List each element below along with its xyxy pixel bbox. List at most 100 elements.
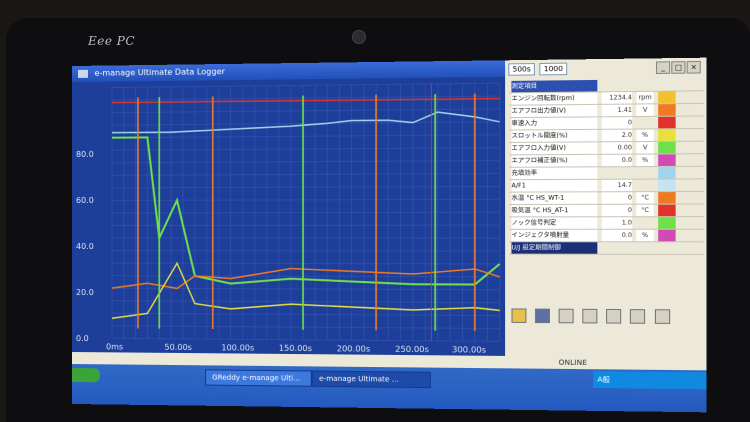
channel-unit: %: [636, 154, 654, 167]
taskbar: GReddy e-manage Ulti... e-manage Ultimat…: [72, 364, 707, 413]
channel-value: 14.7: [601, 179, 633, 192]
channel-value: 0: [601, 192, 633, 204]
channel-row[interactable]: ノック信号判定 1.0: [509, 217, 705, 230]
channel-color-swatch[interactable]: [658, 204, 676, 217]
grid-line: [112, 135, 500, 138]
channel-label: 充填効率: [511, 167, 598, 180]
chart-svg: [72, 77, 505, 356]
channel-color-swatch[interactable]: [658, 229, 676, 242]
channel-value: 1234.4: [601, 92, 633, 104]
grid-line: [112, 83, 500, 87]
grid-line: [112, 288, 500, 290]
y-tick-label: 40.0: [75, 242, 94, 252]
channel-panel: 500s 1000 _ □ × 測定項目 エンジン回転数(rpm) 1234.4 rp…: [505, 57, 707, 369]
channel-unit: %: [636, 129, 654, 142]
channel-label: 車速入力: [511, 117, 598, 130]
channel-color-swatch[interactable]: [658, 141, 676, 154]
taskbar-item-emanage[interactable]: e-manage Ultimate ...: [311, 370, 431, 389]
grid-line: [112, 174, 500, 176]
print-icon[interactable]: [558, 308, 574, 323]
channel-label: エアフロ補正値(%): [511, 154, 598, 167]
channel-value: 0.0: [601, 154, 633, 167]
channel-row[interactable]: 吸気温 °C HS_AT-1 0 °C: [509, 204, 705, 218]
toolbar-icons: [511, 304, 672, 325]
system-tray: A般: [593, 371, 707, 390]
channel-color-swatch[interactable]: [658, 129, 676, 141]
app-icon: [77, 69, 88, 78]
series-line-red: [112, 99, 500, 103]
series-line-green: [112, 135, 500, 285]
webcam: [352, 30, 366, 44]
channel-label: エアフロ出力値(V): [511, 104, 598, 118]
channel-unit: rpm: [636, 91, 654, 104]
grid-line: [112, 161, 500, 163]
channel-unit: V: [636, 104, 654, 117]
maximize-button[interactable]: □: [671, 61, 686, 74]
y-tick-label: 60.0: [75, 195, 94, 205]
grid-line: [112, 148, 500, 151]
brand-logo: Eee PC: [88, 34, 136, 48]
channel-color-swatch[interactable]: [658, 192, 676, 204]
channel-value: 0: [601, 204, 633, 217]
channel-color-swatch[interactable]: [658, 217, 676, 229]
grid-icon[interactable]: [606, 308, 622, 324]
save-disk-icon[interactable]: [535, 308, 551, 323]
taskbar-item-greddy[interactable]: GReddy e-manage Ulti...: [205, 369, 312, 387]
x-tick-label: 150.00s: [278, 343, 312, 354]
copy-icon[interactable]: [630, 308, 646, 324]
channel-label: 測定項目: [511, 79, 598, 93]
x-tick-label: 200.00s: [336, 344, 371, 354]
data-logger-chart[interactable]: 0.0 20.0 40.0 60.0 80.0 0ms 50.00s 100.0…: [72, 76, 506, 356]
grid-line: [112, 263, 500, 264]
list-icon[interactable]: [654, 308, 670, 324]
channel-row[interactable]: エアフロ補正値(%) 0.0%: [509, 154, 705, 168]
sample-count-field[interactable]: 1000: [539, 62, 568, 76]
channel-value: 0.00: [601, 142, 633, 154]
channel-value: 2.0: [601, 129, 633, 142]
ime-indicator[interactable]: A般: [597, 376, 610, 384]
y-tick-label: 80.0: [75, 149, 94, 159]
channel-label: エンジン回転数(rpm): [511, 92, 598, 105]
channel-label: インジェクタ噴射量: [511, 229, 598, 242]
channel-row[interactable]: 充填効率: [509, 166, 705, 181]
x-tick-label: 250.00s: [395, 344, 429, 355]
channel-color-swatch[interactable]: [658, 166, 676, 179]
channel-row[interactable]: エアフロ入力値(V) 0.00 V: [509, 141, 705, 156]
grid-line: [112, 199, 500, 200]
channel-value: 1.0: [601, 217, 633, 229]
channel-label: エアフロ入力値(V): [511, 142, 598, 155]
x-tick-label: 300.00s: [451, 345, 487, 355]
channel-unit: V: [636, 141, 654, 154]
channel-color-swatch[interactable]: [658, 91, 676, 104]
y-tick-label: 20.0: [75, 288, 94, 298]
settings-icon[interactable]: [582, 308, 598, 323]
x-tick-label: 100.00s: [221, 343, 255, 353]
online-status: ONLINE: [558, 358, 587, 368]
channel-color-swatch[interactable]: [658, 154, 676, 166]
channel-value: 0: [601, 117, 633, 129]
window-title: e-manage Ultimate Data Logger: [94, 67, 225, 78]
close-button[interactable]: ×: [686, 60, 701, 74]
channel-label: 水温 °C HS_WT-1: [511, 192, 598, 204]
grid-line: [112, 338, 500, 341]
channel-value: 1.41: [601, 104, 633, 117]
x-tick-label: 0ms: [106, 342, 124, 352]
channel-color-swatch[interactable]: [658, 104, 676, 116]
channel-label: ノック信号判定: [511, 217, 598, 229]
channel-color-swatch[interactable]: [658, 116, 676, 129]
channel-row[interactable]: インジェクタ噴射量 0.0%: [509, 229, 705, 243]
channel-row[interactable]: 水温 °C HS_WT-1 0 °C: [509, 191, 705, 206]
grid-line: [112, 313, 500, 315]
channel-label: 吸気温 °C HS_AT-1: [511, 204, 598, 217]
time-range-toolbar[interactable]: 500s 1000: [508, 62, 569, 78]
channel-color-swatch[interactable]: [658, 179, 676, 192]
channel-unit: °C: [636, 204, 654, 217]
channel-row[interactable]: U/J 設定期間制御: [509, 242, 705, 255]
channel-row[interactable]: A/F1 14.7: [509, 179, 705, 193]
channel-label: A/F1: [511, 179, 598, 192]
time-range-field[interactable]: 500s: [508, 63, 536, 76]
start-button[interactable]: [72, 368, 100, 383]
open-folder-icon[interactable]: [511, 307, 527, 323]
minimize-button[interactable]: _: [655, 61, 671, 75]
channel-unit: °C: [636, 192, 654, 204]
